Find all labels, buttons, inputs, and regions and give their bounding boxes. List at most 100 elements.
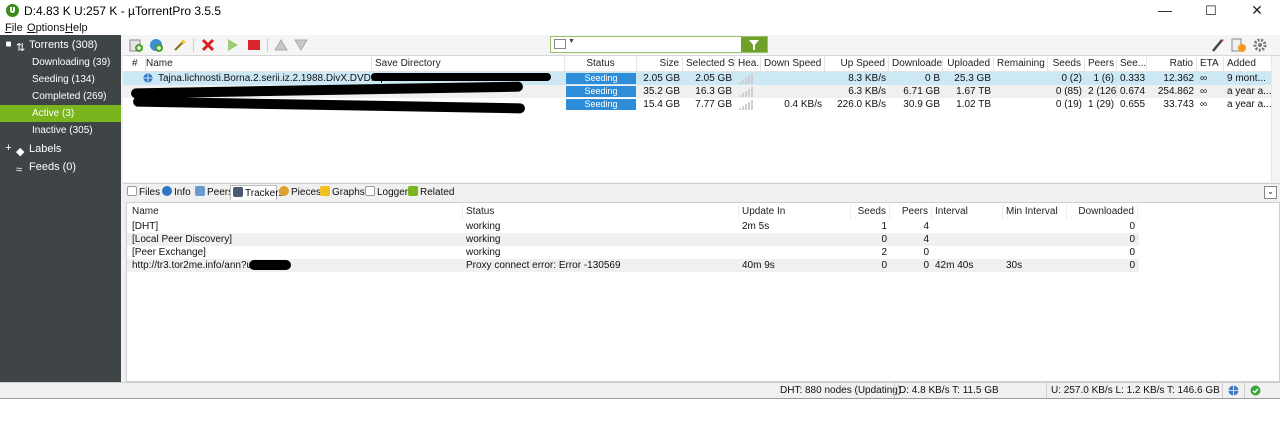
- health-bars-icon: [739, 74, 755, 84]
- torrent-added: 9 mont...: [1227, 73, 1266, 84]
- minimize-button[interactable]: —: [1142, 0, 1188, 22]
- tracker-peers: 0: [923, 260, 929, 271]
- col-header-eta[interactable]: ETA: [1197, 57, 1224, 71]
- col-header-tracker-seeds[interactable]: Seeds: [851, 205, 890, 219]
- tracker-name: [Peer Exchange]: [132, 247, 206, 258]
- tab-files[interactable]: Files: [127, 185, 160, 200]
- search-box[interactable]: ▼: [550, 36, 768, 53]
- move-down-icon[interactable]: [293, 37, 309, 53]
- col-header-status[interactable]: Status: [565, 57, 637, 71]
- sidebar-item-downloading[interactable]: Downloading (39): [0, 54, 121, 71]
- tracker-row[interactable]: [DHT] working 2m 5s 1 4 0: [127, 220, 1139, 233]
- tracker-update-in: 40m 9s: [742, 260, 775, 271]
- sidebar-feeds[interactable]: ≈ Feeds (0): [0, 159, 121, 176]
- col-header-interval[interactable]: Interval: [932, 205, 1003, 219]
- torrent-list: # Name Save Directory Status Size Select…: [123, 55, 1280, 182]
- tracker-row[interactable]: [Peer Exchange] working 2 0 0: [127, 246, 1139, 259]
- torrent-peers: 1 (6): [1093, 73, 1114, 84]
- close-button[interactable]: ✕: [1234, 0, 1280, 22]
- remote-pen-icon[interactable]: [1210, 37, 1226, 53]
- create-torrent-icon[interactable]: [172, 37, 188, 53]
- torrent-row[interactable]: Seeding 15.4 GB 7.77 GB 0.4 KB/s 226.0 K…: [123, 96, 1273, 114]
- torrent-list-scrollbar[interactable]: [1271, 56, 1280, 182]
- col-header-size[interactable]: Size: [637, 57, 683, 71]
- col-header-tracker-downloaded[interactable]: Downloaded: [1067, 205, 1138, 219]
- rss-downloader-icon[interactable]: [1230, 37, 1246, 53]
- menu-file[interactable]: File: [5, 22, 23, 34]
- start-icon[interactable]: [224, 37, 240, 53]
- col-header-selected-size[interactable]: Selected S...: [683, 57, 735, 71]
- col-header-remaining[interactable]: Remaining: [994, 57, 1048, 71]
- sidebar-torrents[interactable]: ■ ⇅ Torrents (308): [0, 37, 121, 54]
- sidebar-item-inactive[interactable]: Inactive (305): [0, 122, 121, 139]
- torrent-row[interactable]: Tajna.lichnosti.Borna.2.serii.iz.2.1988.…: [123, 72, 1273, 85]
- move-up-icon[interactable]: [273, 37, 289, 53]
- col-header-tracker-status[interactable]: Status: [463, 205, 739, 219]
- expand-icon[interactable]: +: [5, 143, 12, 154]
- torrent-name: Tajna.lichnosti.Borna.2.serii.iz.2.1988.…: [158, 73, 395, 84]
- sidebar-item-active[interactable]: Active (3): [0, 105, 121, 122]
- maximize-button[interactable]: ☐: [1188, 0, 1234, 22]
- col-header-min-interval[interactable]: Min Interval: [1003, 205, 1067, 219]
- collapse-panel-button[interactable]: ⌄: [1264, 186, 1277, 199]
- col-header-tracker-name[interactable]: Name: [129, 205, 463, 219]
- menu-help[interactable]: Help: [65, 22, 88, 34]
- torrent-ratio: 33.743: [1163, 99, 1194, 110]
- tracker-seeds: 0: [881, 234, 887, 245]
- tracker-row[interactable]: http://tr3.tor2me.info/ann?uk= Proxy con…: [127, 259, 1139, 272]
- tracker-seeds: 2: [881, 247, 887, 258]
- status-upload: U: 257.0 KB/s L: 1.2 KB/s T: 146.6 GB: [1046, 383, 1220, 398]
- col-header-peers[interactable]: Peers: [1085, 57, 1117, 71]
- tab-info[interactable]: Info: [162, 185, 192, 200]
- tab-pieces[interactable]: Pieces: [279, 185, 321, 200]
- torrent-seeds: 0 (2): [1061, 73, 1082, 84]
- sidebar-labels[interactable]: + ◆ Labels: [0, 141, 121, 159]
- col-header-seeds[interactable]: Seeds: [1048, 57, 1085, 71]
- torrent-peers: 2 (126): [1088, 86, 1117, 97]
- search-filter-icon[interactable]: [554, 39, 566, 49]
- torrent-down-speed: 0.4 KB/s: [784, 99, 822, 110]
- col-header-downloaded[interactable]: Downloaded: [889, 57, 943, 71]
- sidebar-item-seeding[interactable]: Seeding (134): [0, 71, 121, 88]
- search-button[interactable]: [741, 37, 767, 52]
- settings-gear-icon[interactable]: [1252, 37, 1268, 53]
- menu-options[interactable]: Options: [27, 22, 65, 34]
- collapse-icon[interactable]: ■: [5, 40, 12, 50]
- col-header-tracker-peers[interactable]: Peers: [890, 205, 932, 219]
- title-bar: D:4.83 K U:257 K - µTorrentPro 3.5.5 — ☐…: [0, 0, 1280, 22]
- network-ok-icon[interactable]: [1244, 383, 1266, 398]
- tracker-min-interval: 30s: [1006, 260, 1023, 271]
- tab-peers[interactable]: Peers: [195, 185, 233, 200]
- status-dht: DHT: 880 nodes (Updating): [780, 385, 902, 396]
- col-header-update-in[interactable]: Update In: [739, 205, 851, 219]
- col-header-health[interactable]: Hea...: [735, 57, 761, 71]
- col-header-ratio[interactable]: Ratio: [1147, 57, 1197, 71]
- add-url-icon[interactable]: [148, 37, 164, 53]
- remove-torrent-icon[interactable]: [200, 37, 216, 53]
- col-header-name[interactable]: Name: [143, 57, 372, 71]
- col-header-seeds-peers-ratio[interactable]: See...: [1117, 57, 1147, 71]
- torrent-down-speed: [761, 72, 825, 85]
- torrent-eta: ∞: [1200, 73, 1208, 84]
- chevron-down-icon[interactable]: ▼: [568, 38, 575, 45]
- toolbar-separator: [193, 38, 194, 52]
- tab-trackers[interactable]: Trackers: [230, 185, 284, 200]
- network-globe-icon[interactable]: [1222, 383, 1242, 398]
- sidebar-item-completed[interactable]: Completed (269): [0, 88, 121, 105]
- col-header-added[interactable]: Added: [1224, 57, 1272, 71]
- tracker-row[interactable]: [Local Peer Discovery] working 0 4 0: [127, 233, 1139, 246]
- add-torrent-icon[interactable]: [128, 37, 144, 53]
- tab-related[interactable]: Related: [408, 185, 454, 200]
- torrent-row[interactable]: Seeding 35.2 GB 16.3 GB 6.3 KB/s 6.71 GB…: [123, 81, 1273, 99]
- stop-icon[interactable]: [246, 37, 262, 53]
- tracker-downloaded: 0: [1129, 234, 1135, 245]
- col-header-save-directory[interactable]: Save Directory: [372, 57, 565, 71]
- tab-logger[interactable]: Logger: [365, 185, 408, 200]
- col-header-uploaded[interactable]: Uploaded: [943, 57, 994, 71]
- col-header-up-speed[interactable]: Up Speed: [825, 57, 889, 71]
- menu-bar: File Options Help: [0, 22, 1280, 35]
- tab-graphs[interactable]: Graphs: [320, 185, 365, 200]
- torrent-up-speed: 8.3 KB/s: [848, 73, 886, 84]
- tracker-name: http://tr3.tor2me.info/ann?uk=: [132, 260, 263, 271]
- col-header-down-speed[interactable]: Down Speed: [761, 57, 825, 71]
